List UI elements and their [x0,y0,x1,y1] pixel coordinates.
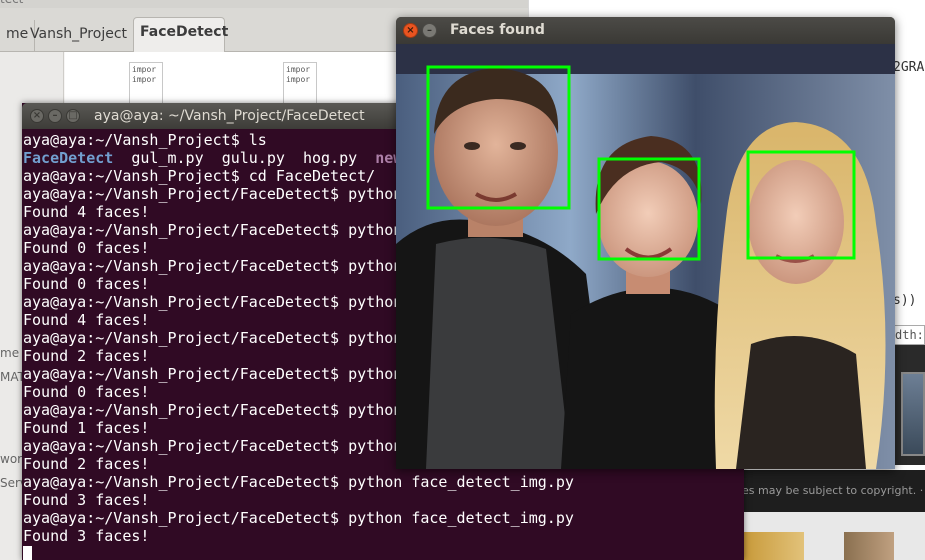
width-input[interactable]: dth: [892,325,925,345]
shell-command: python face_detect_img.py [348,473,574,491]
shell-command: python face_detect_img.py [348,509,574,527]
shell-prompt: aya@aya:~/Vansh_Project/FaceDetect$ [23,257,349,275]
faces-found-window[interactable]: × – Faces found [396,17,895,469]
terminal-command-line: aya@aya:~/Vansh_Project/FaceDetect$ pyth… [23,473,744,491]
shell-command: python [348,293,403,311]
sidebar-fragment[interactable]: wor [0,452,22,466]
minimize-icon[interactable]: – [422,23,437,38]
minimize-icon[interactable]: – [48,109,62,123]
woman-right-jacket [736,336,866,469]
shell-prompt: aya@aya:~/Vansh_Project/FaceDetect$ [23,473,349,491]
close-icon[interactable]: × [30,109,44,123]
shell-prompt: aya@aya:~/Vansh_Project/FaceDetect$ [23,437,349,455]
shell-command: python [348,365,403,383]
image-thumbnail[interactable] [901,372,925,456]
tab-facedetect[interactable]: FaceDetect [133,17,228,55]
shell-prompt: aya@aya:~/Vansh_Project/FaceDetect$ [23,365,349,383]
code-fragment: 2GRA [893,60,925,75]
file-preview-line: impor [286,65,311,74]
image-info-bar: es may be subject to copyright. · Ser [742,470,925,512]
shell-prompt: aya@aya:~/Vansh_Project/FaceDetect$ [23,329,349,347]
shell-prompt: aya@aya:~/Vansh_Project/FaceDetect$ [23,293,349,311]
detection-photo [396,44,895,469]
file-manager-titlebar: tect [0,0,528,8]
woman-right-face [748,160,844,284]
faces-window-titlebar[interactable]: × – Faces found [396,17,895,44]
shell-prompt: aya@aya:~/Vansh_Project/FaceDetect$ [23,401,349,419]
terminal-command-line: aya@aya:~/Vansh_Project/FaceDetect$ pyth… [23,509,744,527]
shell-prompt: aya@aya:~/Vansh_Project/FaceDetect$ [23,509,349,527]
shell-command: python [348,401,403,419]
woman-center-top [561,287,741,469]
shell-prompt: aya@aya:~/Vansh_Project$ [23,131,249,149]
shell-command: python [348,185,403,203]
terminal-output-line: Found 3 faces! [23,491,150,509]
directory-entry: FaceDetect [23,149,114,167]
file-entry: hog.py [302,149,358,167]
file-entry: gulu.py [221,149,285,167]
shell-command: python [348,329,403,347]
man-eye-left [464,142,480,150]
close-icon[interactable]: × [403,23,418,38]
file-entry: gul_m.py [131,149,204,167]
file-manager-title-fragment: tect [0,0,23,6]
man-eye-right [510,142,526,150]
terminal-output-line: Found 3 faces! [23,527,150,545]
file-preview-line: impor [132,75,157,84]
shell-command: python [348,257,403,275]
terminal-title: aya@aya: ~/Vansh_Project/FaceDetect [94,108,365,124]
related-image[interactable] [844,532,894,560]
python-file-icon[interactable]: impor impor [283,62,317,106]
file-preview-line: impor [286,75,311,84]
shell-prompt: aya@aya:~/Vansh_Project/FaceDetect$ [23,185,349,203]
python-file-icon[interactable]: impor impor [129,62,163,106]
faces-window-title: Faces found [450,22,545,38]
photo-backdrop-strip [396,44,895,74]
related-image[interactable] [744,532,804,560]
file-preview-line: impor [132,65,157,74]
sidebar-fragment[interactable]: me [0,346,19,360]
terminal-cursor [23,546,32,560]
shell-prompt: aya@aya:~/Vansh_Project$ [23,167,249,185]
shell-command: cd FaceDetect/ [248,167,376,185]
maximize-icon[interactable]: □ [66,109,80,123]
shell-command: python [348,221,403,239]
shell-command: ls [248,131,267,149]
shell-prompt: aya@aya:~/Vansh_Project/FaceDetect$ [23,221,349,239]
shell-command: python [348,437,403,455]
terminal-cursor-line[interactable] [23,545,744,560]
copyright-notice: es may be subject to copyright. · Ser [742,484,925,497]
code-fragment: s)) [893,293,917,308]
